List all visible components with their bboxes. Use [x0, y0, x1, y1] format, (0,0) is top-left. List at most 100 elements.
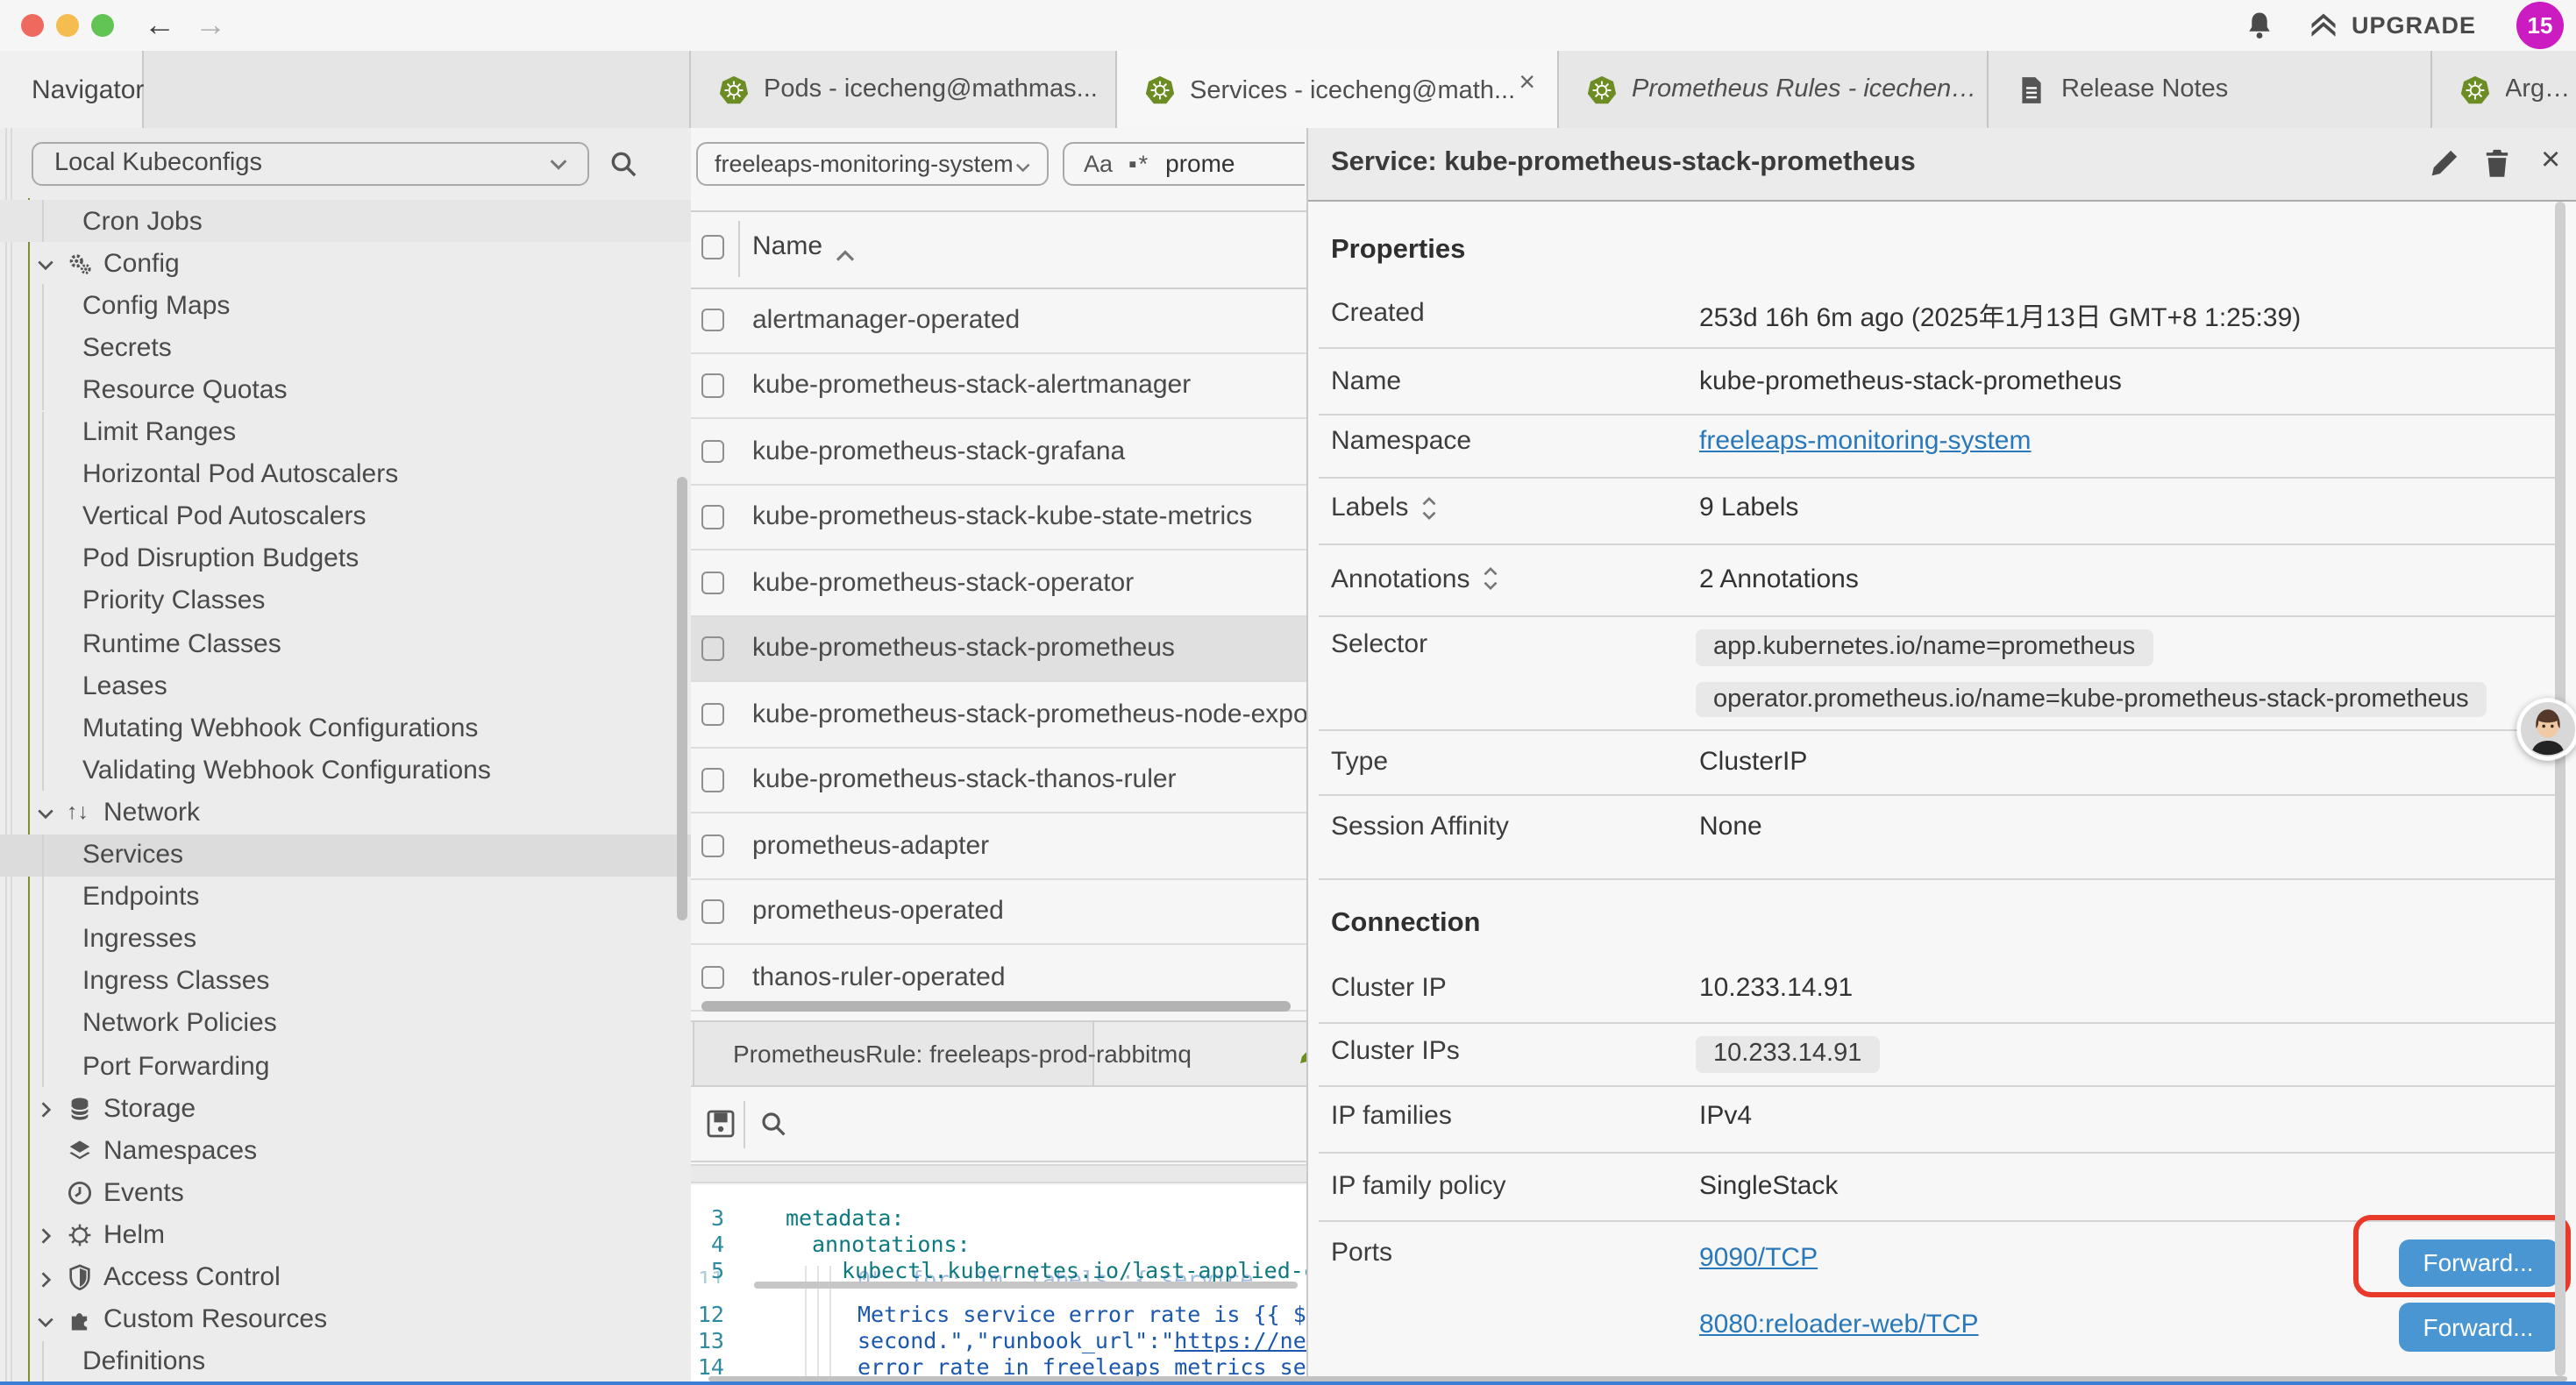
sidebar-item-custom-resources[interactable]: Custom Resources — [0, 1298, 690, 1340]
chevron-down-icon[interactable] — [35, 252, 56, 273]
chevron-right-icon[interactable] — [35, 1225, 56, 1246]
tab-0[interactable]: Pods - icecheng@mathmas... — [690, 51, 1116, 128]
save-icon[interactable] — [704, 1108, 736, 1140]
sidebar-item-events[interactable]: Events — [0, 1172, 690, 1214]
row-checkbox[interactable] — [701, 505, 724, 529]
table-row-kube-prometheus-stack-prometheus-node-expor[interactable]: kube-prometheus-stack-prometheus-node-ex… — [690, 682, 1306, 748]
namespace-link[interactable]: freeleaps-monitoring-system — [1699, 426, 2032, 456]
annotations-label[interactable]: Annotations — [1331, 564, 1499, 593]
tab-close-icon[interactable]: × — [1519, 68, 1535, 100]
kubeconfig-select[interactable]: Local Kubeconfigs — [32, 141, 589, 186]
search-icon[interactable] — [608, 149, 638, 179]
table-row-prometheus-adapter[interactable]: prometheus-adapter — [690, 813, 1306, 879]
port-link-8080[interactable]: 8080:reloader-web/TCP — [1699, 1309, 1979, 1339]
sidebar-item-definitions[interactable]: Definitions — [0, 1340, 690, 1382]
sidebar-item-namespaces[interactable]: Namespaces — [0, 1129, 690, 1171]
row-checkbox[interactable] — [701, 834, 724, 857]
editor-search-icon[interactable] — [758, 1110, 786, 1138]
port-link-9090[interactable]: 9090/TCP — [1699, 1243, 1818, 1273]
table-row-kube-prometheus-stack-thanos-ruler[interactable]: kube-prometheus-stack-thanos-ruler — [690, 748, 1306, 813]
sidebar-item-ingress-classes[interactable]: Ingress Classes — [0, 961, 690, 1003]
sidebar-item-pod-disruption-budgets[interactable]: Pod Disruption Budgets — [0, 538, 690, 580]
regex-icon[interactable]: ▪* — [1128, 151, 1149, 177]
table-row-kube-prometheus-stack-prometheus[interactable]: kube-prometheus-stack-prometheus — [690, 616, 1306, 682]
sidebar-item-limit-ranges[interactable]: Limit Ranges — [0, 411, 690, 453]
bottom-horizontal-scrollbar[interactable] — [708, 1375, 2567, 1381]
table-row-kube-prometheus-stack-grafana[interactable]: kube-prometheus-stack-grafana — [690, 419, 1306, 485]
row-checkbox[interactable] — [701, 965, 724, 989]
bell-icon[interactable] — [2245, 11, 2274, 40]
sidebar-scrollbar[interactable] — [677, 477, 687, 920]
sidebar-item-access-control[interactable]: Access Control — [0, 1256, 690, 1298]
sort-asc-icon[interactable] — [834, 240, 855, 254]
editor-tab-clipped[interactable] — [1293, 1022, 1306, 1085]
sidebar-item-leases[interactable]: Leases — [0, 664, 690, 707]
upgrade-button[interactable]: UPGRADE — [2308, 0, 2476, 51]
delete-trash-icon[interactable] — [2481, 147, 2513, 179]
sidebar-item-endpoints[interactable]: Endpoints — [0, 876, 690, 918]
table-row-kube-prometheus-stack-kube-state-metrics[interactable]: kube-prometheus-stack-kube-state-metrics — [690, 485, 1306, 550]
row-checkbox[interactable] — [701, 768, 724, 792]
table-row-prometheus-operated[interactable]: prometheus-operated — [690, 879, 1306, 945]
close-icon[interactable]: × — [2541, 142, 2560, 181]
sidebar-item-storage[interactable]: Storage — [0, 1087, 690, 1129]
back-icon[interactable]: ← — [144, 5, 175, 44]
table-row-alertmanager-operated[interactable]: alertmanager-operated — [690, 288, 1306, 353]
sidebar-item-resource-quotas[interactable]: Resource Quotas — [0, 369, 690, 411]
match-case-icon[interactable]: Aa — [1084, 151, 1113, 177]
tab-1[interactable]: Services - icecheng@math...× — [1116, 51, 1558, 130]
sidebar-item-horizontal-pod-autoscalers[interactable]: Horizontal Pod Autoscalers — [0, 453, 690, 495]
row-checkbox[interactable] — [701, 571, 724, 594]
sidebar-item-runtime-classes[interactable]: Runtime Classes — [0, 622, 690, 664]
table-row-kube-prometheus-stack-operator[interactable]: kube-prometheus-stack-operator — [690, 550, 1306, 616]
name-column-header[interactable]: Name — [752, 231, 822, 261]
row-checkbox[interactable] — [701, 636, 724, 660]
sidebar-item-network-policies[interactable]: Network Policies — [0, 1003, 690, 1045]
editor-tab-prometheusrule[interactable]: PrometheusRule: freeleaps-prod-rabbitmq — [693, 1022, 1094, 1085]
tab-4[interactable]: Argo Se — [2431, 51, 2576, 128]
sidebar-item-config[interactable]: Config — [0, 242, 690, 284]
select-all-checkbox[interactable] — [701, 235, 724, 259]
edit-pencil-icon[interactable] — [2429, 147, 2460, 179]
sidebar-item-port-forwarding[interactable]: Port Forwarding — [0, 1045, 690, 1087]
sidebar-item-validating-webhook-configurations[interactable]: Validating Webhook Configurations — [0, 749, 690, 792]
details-scrollbar[interactable] — [2554, 201, 2565, 1375]
tab-2[interactable]: Prometheus Rules - icecheng... — [1558, 51, 1988, 128]
row-checkbox[interactable] — [701, 439, 724, 463]
row-checkbox[interactable] — [701, 308, 724, 331]
namespace-select[interactable]: freeleaps-monitoring-system — [695, 141, 1048, 186]
traffic-light-maximize[interactable] — [90, 14, 113, 37]
navigator-panel-tab[interactable]: Navigator — [0, 51, 144, 128]
sidebar-item-mutating-webhook-configurations[interactable]: Mutating Webhook Configurations — [0, 707, 690, 749]
sidebar-item-network[interactable]: ↑↓Network — [0, 792, 690, 834]
labels-label[interactable]: Labels — [1331, 493, 1438, 522]
sidebar-item-services[interactable]: Services — [0, 834, 690, 876]
yaml-editor[interactable]: 3metadata:4annotations:5kubectl.kubernet… — [690, 1185, 1306, 1385]
forward-button-8080[interactable]: Forward... — [2399, 1303, 2558, 1351]
traffic-light-minimize[interactable] — [55, 14, 78, 37]
editor-horizontal-scrollbar[interactable] — [754, 1282, 1298, 1289]
chevron-right-icon[interactable] — [35, 1097, 56, 1119]
traffic-light-close[interactable] — [20, 14, 43, 37]
sidebar-item-cron-jobs[interactable]: Cron Jobs — [0, 200, 690, 242]
tab-3[interactable]: Release Notes — [1988, 51, 2431, 128]
sidebar-item-priority-classes[interactable]: Priority Classes — [0, 580, 690, 622]
list-search-input[interactable]: Aa ▪* prome — [1063, 141, 1305, 186]
upgrade-chevrons-icon — [2308, 10, 2339, 41]
row-checkbox[interactable] — [701, 899, 724, 923]
forward-icon[interactable]: → — [195, 5, 226, 44]
row-checkbox[interactable] — [701, 702, 724, 726]
sidebar-item-helm[interactable]: Helm — [0, 1214, 690, 1256]
chevron-right-icon[interactable] — [35, 1267, 56, 1288]
assistant-avatar[interactable] — [2516, 698, 2576, 761]
sidebar-item-vertical-pod-autoscalers[interactable]: Vertical Pod Autoscalers — [0, 495, 690, 537]
notification-badge[interactable]: 15 — [2516, 2, 2564, 49]
row-checkbox[interactable] — [701, 373, 724, 397]
sidebar-item-ingresses[interactable]: Ingresses — [0, 918, 690, 960]
list-horizontal-scrollbar[interactable] — [701, 1001, 1291, 1012]
table-row-kube-prometheus-stack-alertmanager[interactable]: kube-prometheus-stack-alertmanager — [690, 353, 1306, 419]
chevron-down-icon[interactable] — [35, 1309, 56, 1330]
sidebar-item-secrets[interactable]: Secrets — [0, 327, 690, 369]
sidebar-item-config-maps[interactable]: Config Maps — [0, 284, 690, 326]
chevron-down-icon[interactable] — [35, 802, 56, 823]
